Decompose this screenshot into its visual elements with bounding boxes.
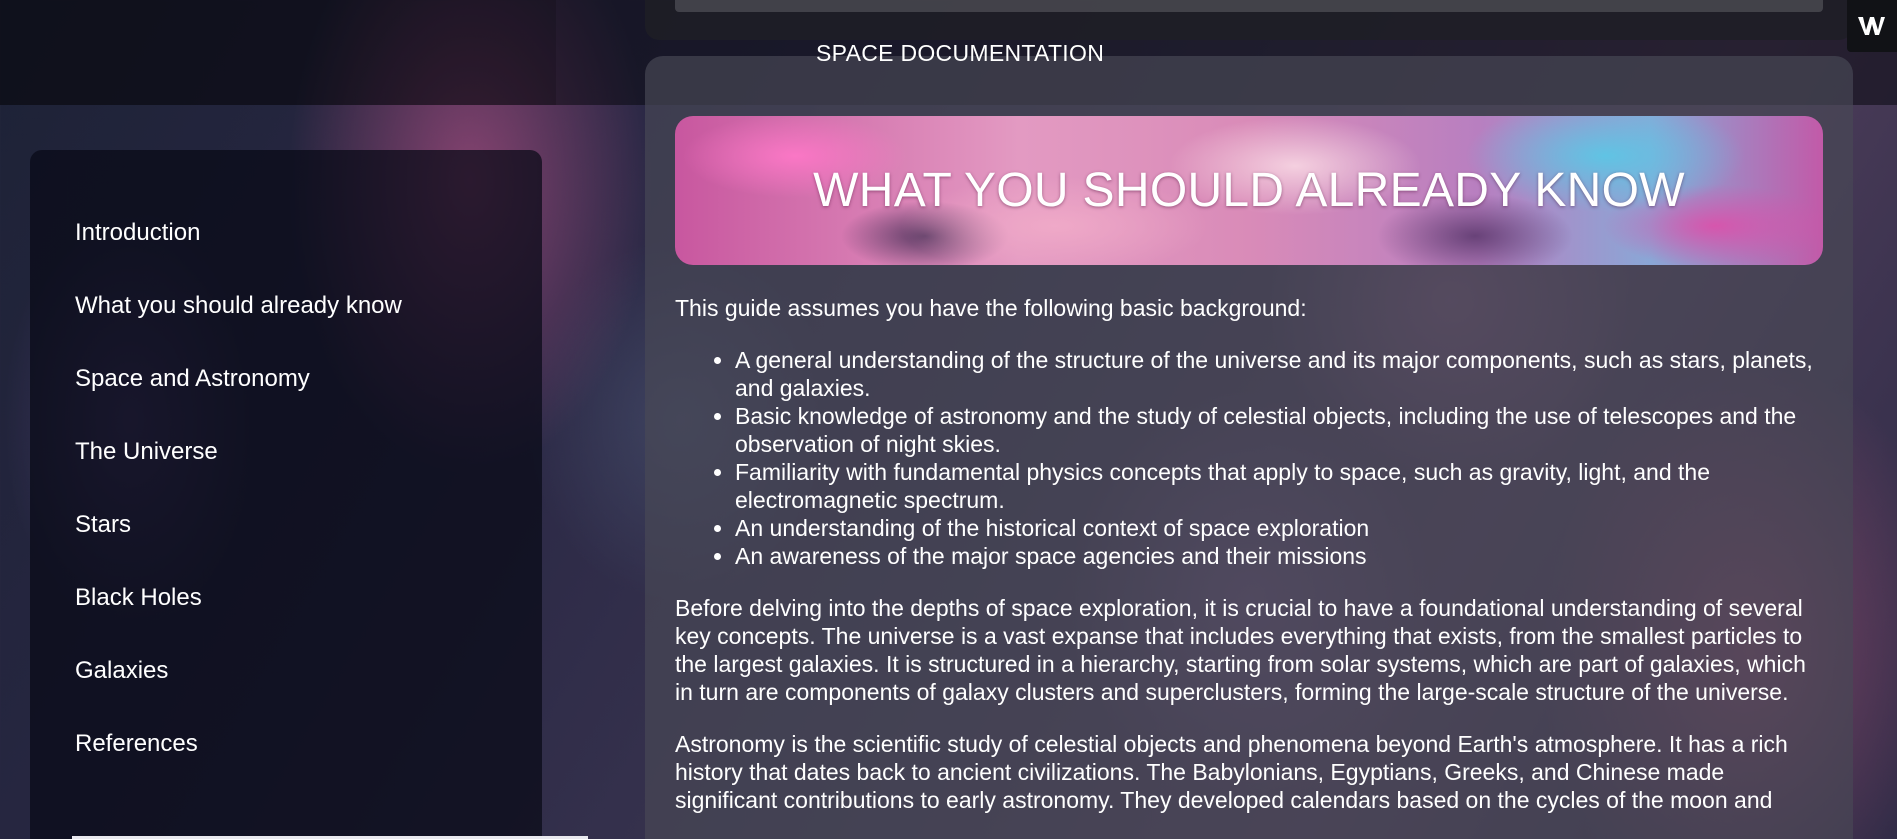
body-paragraph: Astronomy is the scientific study of cel… bbox=[675, 731, 1788, 813]
nav-list: Introduction What you should already kno… bbox=[75, 218, 402, 802]
search-panel bbox=[645, 0, 1853, 40]
sidebar-item-the-universe[interactable]: The Universe bbox=[75, 437, 402, 510]
sidebar-item-what-you-should-already-know[interactable]: What you should already know bbox=[75, 291, 402, 364]
sidebar-item-black-holes[interactable]: Black Holes bbox=[75, 583, 402, 656]
sidebar-nav: Introduction What you should already kno… bbox=[30, 150, 542, 839]
sidebar-item-stars[interactable]: Stars bbox=[75, 510, 402, 583]
section-banner: WHAT YOU SHOULD ALREADY KNOW bbox=[675, 116, 1823, 265]
list-item: An awareness of the major space agencies… bbox=[735, 542, 1825, 570]
sidebar-item-space-and-astronomy[interactable]: Space and Astronomy bbox=[75, 364, 402, 437]
top-overlay-left bbox=[0, 0, 556, 105]
intro-paragraph: This guide assumes you have the followin… bbox=[675, 295, 1307, 321]
sidebar-item-references[interactable]: References bbox=[75, 729, 402, 802]
section-title: WHAT YOU SHOULD ALREADY KNOW bbox=[813, 164, 1685, 217]
main-content-panel: WHAT YOU SHOULD ALREADY KNOW This guide … bbox=[645, 56, 1853, 839]
sidebar-item-introduction[interactable]: Introduction bbox=[75, 218, 402, 291]
list-item: An understanding of the historical conte… bbox=[735, 514, 1825, 542]
list-item: A general understanding of the structure… bbox=[735, 346, 1825, 402]
sidebar-item-galaxies[interactable]: Galaxies bbox=[75, 656, 402, 729]
body-paragraph: Before delving into the depths of space … bbox=[675, 595, 1806, 705]
section-content: This guide assumes you have the followin… bbox=[675, 294, 1825, 838]
list-item: Familiarity with fundamental physics con… bbox=[735, 458, 1825, 514]
w-logo-icon bbox=[1858, 17, 1885, 35]
background-list: A general understanding of the structure… bbox=[675, 346, 1825, 570]
search-input[interactable] bbox=[675, 0, 1823, 12]
list-item: Basic knowledge of astronomy and the stu… bbox=[735, 402, 1825, 458]
page-title: SPACE DOCUMENTATION bbox=[816, 40, 1105, 66]
logo-badge[interactable] bbox=[1847, 0, 1897, 52]
